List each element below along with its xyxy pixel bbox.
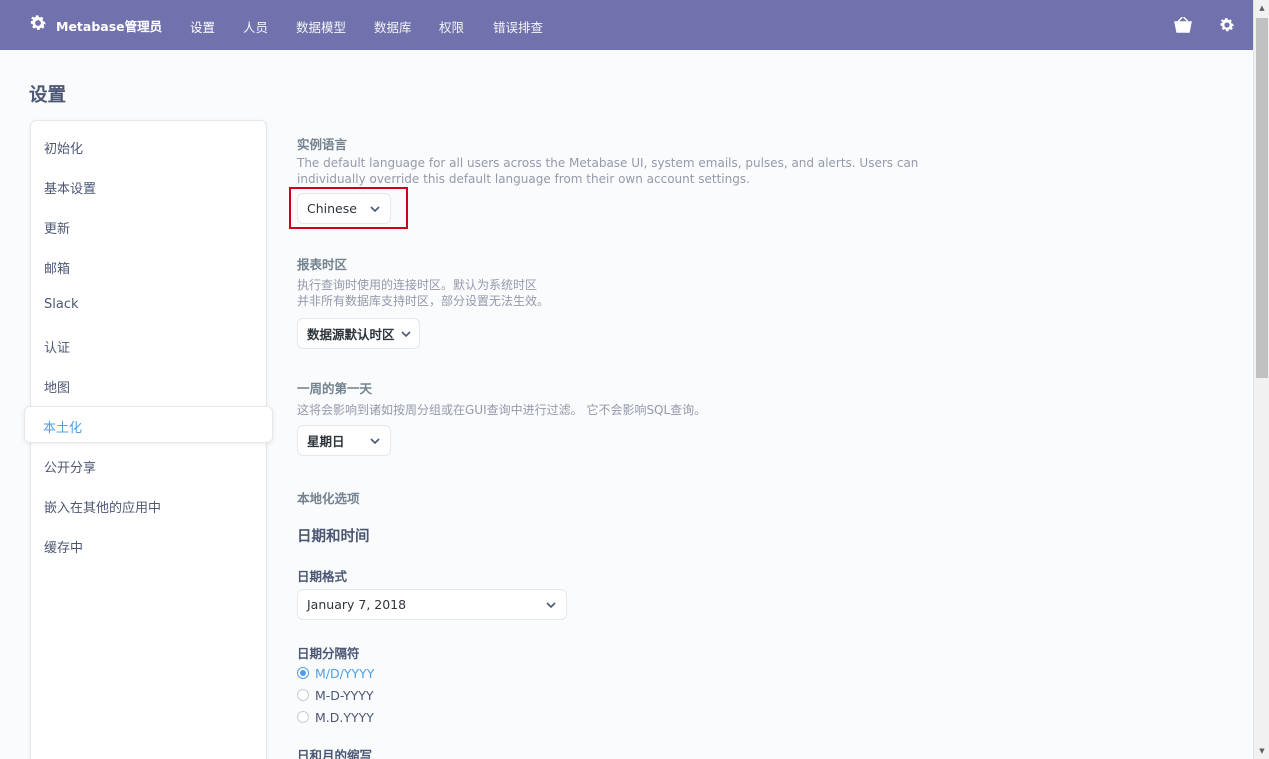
sidebar-item-setup[interactable]: 初始化 [44,138,83,157]
brand-link[interactable]: Metabase管理员 [28,14,162,36]
timezone-description: 执行查询时使用的连接时区。默认为系统时区 并非所有数据库支持时区，部分设置无法生… [297,277,549,309]
separator-option-dash[interactable]: M-D-YYYY [297,687,374,703]
first-day-select[interactable]: 星期日 [297,425,391,456]
date-format-select[interactable]: January 7, 2018 [297,589,567,620]
brand-title: Metabase管理员 [56,18,163,34]
scroll-down-arrow-icon[interactable]: ▼ [1254,743,1269,759]
basket-icon[interactable] [1173,15,1193,35]
first-day-description: 这将会影响到诸如按周分组或在GUI查询中进行过滤。 它不会影响SQL查询。 [297,403,707,417]
page-title: 设置 [29,85,67,106]
radio-label: M/D/YYYY [315,665,375,681]
gear-icon[interactable] [1217,15,1237,35]
sidebar-item-updates[interactable]: 更新 [44,218,70,237]
date-time-heading: 日期和时间 [297,529,370,545]
sidebar-item-public-sharing[interactable]: 公开分享 [44,457,96,476]
locale-options-label: 本地化选项 [297,491,360,506]
nav-link-permissions[interactable]: 权限 [439,17,464,36]
language-label: 实例语言 [297,137,348,152]
timezone-select[interactable]: 数据源默认时区 [297,318,420,349]
metabase-gear-icon [28,13,48,37]
chevron-down-icon [400,328,411,340]
chevron-down-icon [545,599,557,611]
language-description-line: individually override this default langu… [297,172,750,186]
timezone-select-value: 数据源默认时区 [307,327,395,342]
radio-label: M-D-YYYY [315,687,374,703]
timezone-description-line: 并非所有数据库支持时区，部分设置无法生效。 [297,294,550,308]
sidebar-item-authentication[interactable]: 认证 [44,337,70,356]
sidebar-item-caching[interactable]: 缓存中 [44,537,83,556]
radio-label: M.D.YYYY [315,709,374,725]
first-day-select-value: 星期日 [307,434,345,449]
page-scrollbar[interactable]: ▲ ▼ [1253,0,1269,759]
first-day-label: 一周的第一天 [297,381,373,396]
language-description-line: The default language for all users acros… [297,156,919,170]
sidebar-item-general[interactable]: 基本设置 [44,178,96,197]
radio-unselected-icon [297,711,309,723]
chevron-down-icon [369,435,381,447]
language-description: The default language for all users acros… [297,155,918,187]
timezone-label: 报表时区 [297,257,348,272]
date-format-select-value: January 7, 2018 [307,597,407,612]
date-format-label: 日期格式 [297,569,348,584]
radio-unselected-icon [297,689,309,701]
sidebar-item-email[interactable]: 邮箱 [44,258,70,277]
timezone-description-line: 执行查询时使用的连接时区。默认为系统时区 [297,278,538,292]
nav-link-settings[interactable]: 设置 [190,17,215,36]
sidebar-item-label: 本土化 [43,421,83,436]
sidebar-item-embedding[interactable]: 嵌入在其他的应用中 [44,497,161,516]
annotation-highlight-box [289,187,408,229]
abbreviation-label: 日和月的缩写 [297,748,373,759]
nav-link-databases[interactable]: 数据库 [374,17,412,36]
top-nav-bar: Metabase管理员 设置 人员 数据模型 数据库 权限 错误排查 [0,0,1253,50]
nav-link-data-model[interactable]: 数据模型 [296,17,346,36]
nav-link-people[interactable]: 人员 [243,17,268,36]
sidebar-item-localization[interactable]: 本土化 [24,406,273,443]
nav-link-troubleshooting[interactable]: 错误排查 [493,17,543,36]
date-separator-label: 日期分隔符 [297,646,360,661]
sidebar-item-maps[interactable]: 地图 [44,377,70,396]
scroll-thumb[interactable] [1256,18,1268,378]
scroll-up-arrow-icon[interactable]: ▲ [1254,0,1269,16]
radio-selected-icon [297,667,309,679]
sidebar-item-slack[interactable]: Slack [44,297,79,312]
separator-option-dot[interactable]: M.D.YYYY [297,709,374,725]
separator-option-slash[interactable]: M/D/YYYY [297,665,374,681]
